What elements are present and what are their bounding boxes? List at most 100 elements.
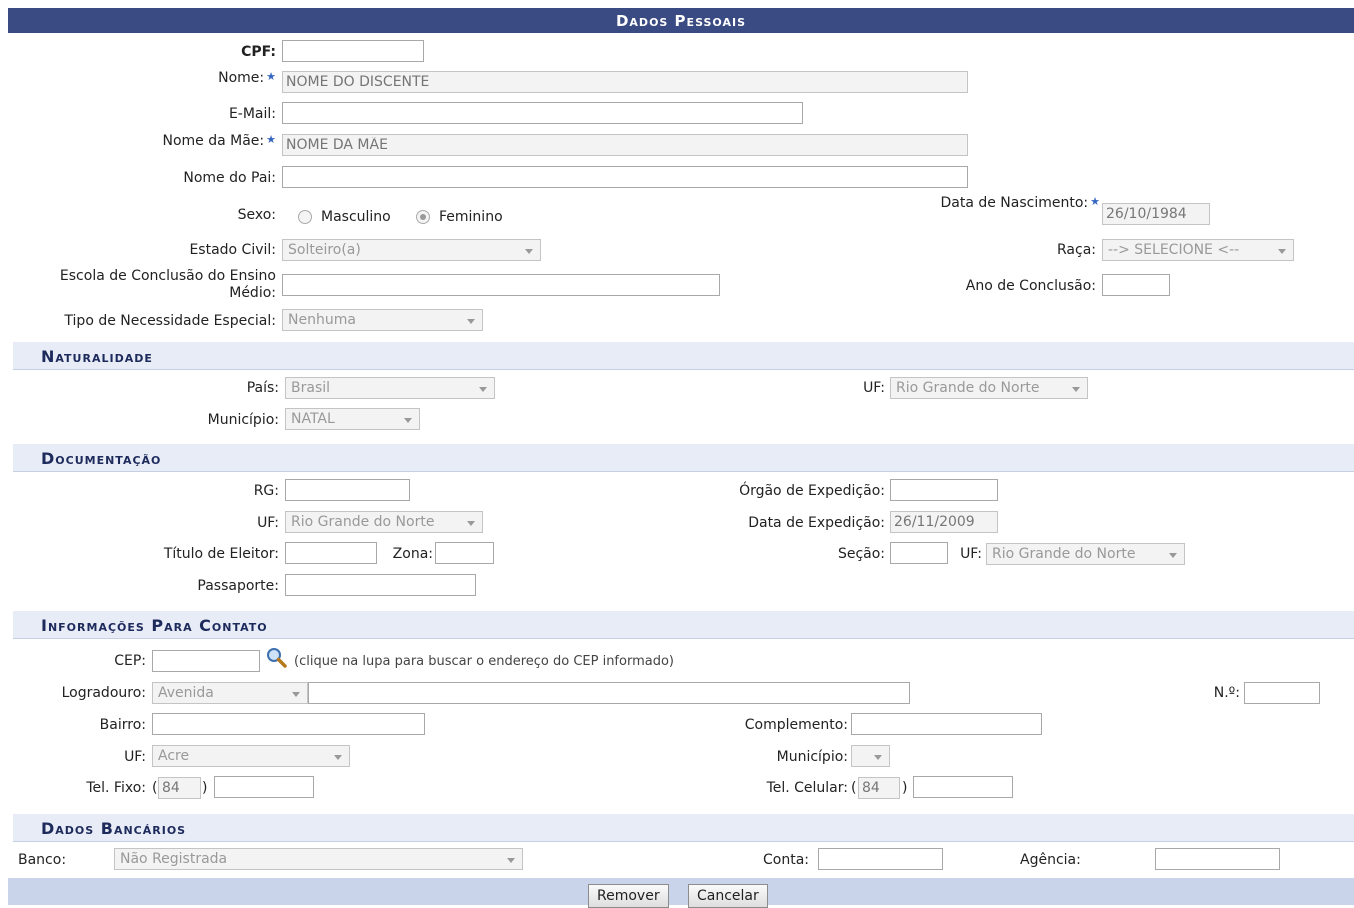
data-nascimento-input[interactable] [1102, 203, 1210, 225]
rg-label: RG: [253, 483, 279, 499]
sexo-feminino-radio[interactable] [416, 210, 430, 224]
sexo-label: Sexo: [237, 207, 276, 223]
documento-uf-value: Rio Grande do Norte [291, 514, 435, 530]
municipio-label: Município: [207, 412, 279, 428]
rg-input[interactable] [285, 479, 410, 501]
chevron-down-icon [404, 418, 412, 423]
documento-uf-select[interactable]: Rio Grande do Norte [285, 511, 483, 533]
logradouro-tipo-select[interactable]: Avenida [152, 682, 308, 704]
secao-label: Seção: [837, 546, 885, 562]
naturalidade-uf-label: UF: [863, 380, 885, 396]
titulo-eleitor-label: Título de Eleitor: [163, 546, 279, 562]
contato-municipio-select[interactable] [851, 745, 890, 767]
necessidade-label: Tipo de Necessidade Especial: [64, 313, 276, 329]
bairro-input[interactable] [152, 713, 425, 735]
section-documentacao: Documentação [13, 444, 1354, 472]
cancelar-button[interactable]: Cancelar [688, 884, 768, 908]
banco-select[interactable]: Não Registrada [114, 848, 523, 870]
data-nascimento-label: Data de Nascimento: ★ [940, 195, 1100, 211]
raca-select[interactable]: --> SELECIONE <-- [1102, 239, 1294, 261]
sexo-feminino-label: Feminino [439, 209, 503, 225]
nome-mae-input[interactable] [282, 134, 968, 156]
ano-conclusao-label: Ano de Conclusão: [965, 278, 1096, 294]
contato-municipio-label: Município: [776, 749, 848, 765]
conta-input[interactable] [818, 848, 943, 870]
required-star-icon: ★ [1090, 195, 1100, 208]
sexo-masculino-label: Masculino [321, 209, 391, 225]
contato-uf-label: UF: [124, 749, 146, 765]
passaporte-input[interactable] [285, 574, 476, 596]
passaporte-label: Passaporte: [197, 578, 279, 594]
chevron-down-icon [467, 521, 475, 526]
logradouro-input[interactable] [308, 682, 910, 704]
required-star-icon: ★ [266, 133, 276, 146]
pais-value: Brasil [291, 380, 331, 396]
naturalidade-uf-select[interactable]: Rio Grande do Norte [890, 377, 1088, 399]
section-contato: Informações Para Contato [13, 611, 1354, 639]
required-star-icon: ★ [266, 70, 276, 83]
numero-input[interactable] [1244, 682, 1320, 704]
chevron-down-icon [467, 319, 475, 324]
naturalidade-uf-value: Rio Grande do Norte [896, 380, 1040, 396]
tel-celular-paren-open: ( [851, 780, 857, 796]
tel-fixo-paren-close: ) [202, 780, 208, 796]
chevron-down-icon [525, 249, 533, 254]
chevron-down-icon [479, 387, 487, 392]
escola-label: Escola de Conclusão do Ensino Médio: [59, 268, 276, 301]
raca-label: Raça: [1057, 242, 1096, 258]
cep-input[interactable] [152, 650, 260, 672]
necessidade-value: Nenhuma [288, 312, 356, 328]
nome-label: Nome: ★ [218, 70, 276, 86]
cpf-input[interactable] [282, 40, 424, 62]
conta-label: Conta: [763, 852, 809, 868]
estado-civil-select[interactable]: Solteiro(a) [282, 239, 541, 261]
contato-uf-value: Acre [158, 748, 190, 764]
estado-civil-label: Estado Civil: [189, 242, 276, 258]
email-input[interactable] [282, 102, 803, 124]
chevron-down-icon [1278, 249, 1286, 254]
chevron-down-icon [1072, 387, 1080, 392]
tel-fixo-label: Tel. Fixo: [86, 780, 146, 796]
tel-celular-label: Tel. Celular: [766, 780, 848, 796]
pais-select[interactable]: Brasil [285, 377, 495, 399]
escola-input[interactable] [282, 274, 720, 296]
dados-pessoais-form: Dados Pessoais CPF: Nome:★ E-Mail: Nome … [8, 8, 1354, 908]
documento-uf-label: UF: [257, 515, 279, 531]
logradouro-label: Logradouro: [61, 685, 146, 701]
remover-button[interactable]: Remover [588, 884, 669, 908]
nome-input[interactable] [282, 71, 968, 93]
agencia-input[interactable] [1155, 848, 1280, 870]
tel-fixo-input[interactable] [214, 776, 314, 798]
municipio-value: NATAL [291, 411, 335, 427]
estado-civil-value: Solteiro(a) [288, 242, 361, 258]
ano-conclusao-input[interactable] [1102, 274, 1170, 296]
municipio-select[interactable]: NATAL [285, 408, 420, 430]
secao-uf-select[interactable]: Rio Grande do Norte [986, 543, 1185, 565]
nome-pai-label: Nome do Pai: [183, 170, 276, 186]
titulo-eleitor-input[interactable] [285, 542, 377, 564]
orgao-expedicao-input[interactable] [890, 479, 998, 501]
tel-fixo-ddd-input[interactable] [158, 777, 201, 799]
email-label: E-Mail: [228, 106, 276, 122]
secao-uf-label: UF: [960, 546, 982, 562]
complemento-input[interactable] [851, 713, 1042, 735]
tel-celular-input[interactable] [913, 776, 1013, 798]
contato-uf-select[interactable]: Acre [152, 745, 350, 767]
tel-celular-ddd-input[interactable] [858, 777, 900, 799]
banco-value: Não Registrada [120, 851, 228, 867]
cep-label: CEP: [114, 653, 146, 669]
sexo-masculino-radio[interactable] [298, 210, 312, 224]
pais-label: País: [246, 380, 279, 396]
banco-label: Banco: [18, 852, 67, 868]
chevron-down-icon [334, 755, 342, 760]
bairro-label: Bairro: [99, 717, 146, 733]
secao-input[interactable] [890, 542, 948, 564]
chevron-down-icon [292, 692, 300, 697]
data-expedicao-input[interactable] [890, 511, 998, 533]
agencia-label: Agência: [1020, 852, 1081, 868]
magnifier-icon[interactable] [265, 646, 289, 670]
necessidade-select[interactable]: Nenhuma [282, 309, 483, 331]
nome-pai-input[interactable] [282, 166, 968, 188]
zona-input[interactable] [435, 542, 494, 564]
cpf-label: CPF: [241, 44, 276, 60]
